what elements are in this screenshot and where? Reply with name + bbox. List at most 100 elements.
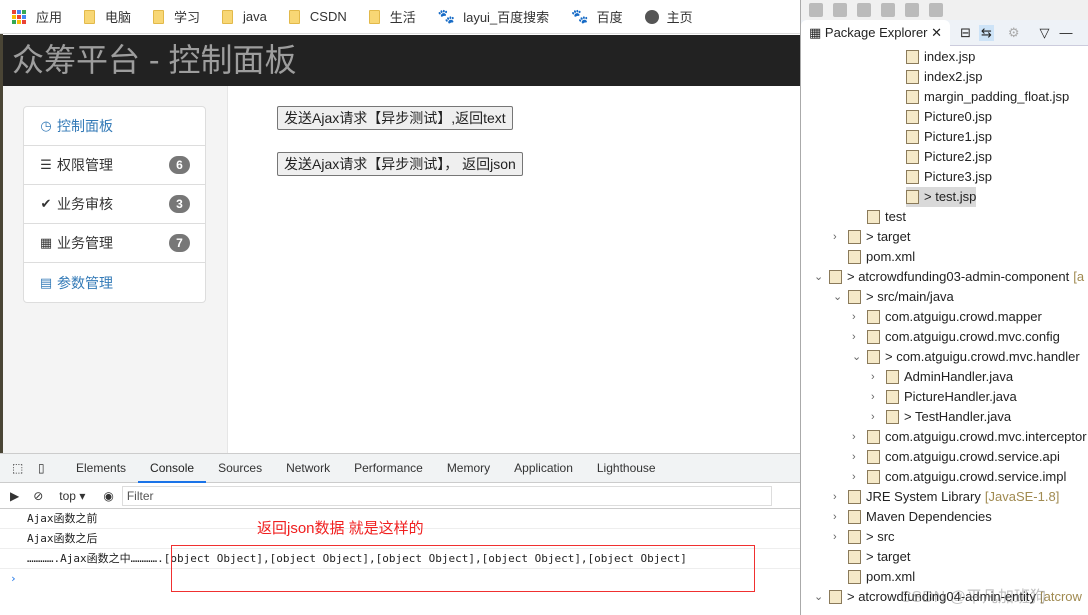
bookmark-4[interactable]: CSDN xyxy=(288,9,347,24)
tree-item[interactable]: › JRE System Library [JavaSE-1.8] xyxy=(833,487,1059,507)
tree-item-label: com.atguigu.crowd.mvc.interceptor xyxy=(885,429,1087,444)
eclipse-toolbar xyxy=(801,0,1088,20)
tab-sources[interactable]: Sources xyxy=(206,454,274,483)
tree-item[interactable]: ⌄ > src/main/java xyxy=(833,287,954,307)
tree-item[interactable]: › com.atguigu.crowd.mvc.config xyxy=(852,327,1060,347)
save-icon[interactable] xyxy=(833,3,847,17)
chevron-right-icon[interactable]: › xyxy=(852,447,856,467)
ajax-json-button[interactable]: 发送Ajax请求【异步测试】， 返回json xyxy=(277,152,523,176)
chevron-right-icon[interactable]: › xyxy=(833,227,837,247)
bookmark-7[interactable]: 🐾 百度 xyxy=(571,7,622,26)
chevron-right-icon[interactable]: › xyxy=(852,467,856,487)
new-icon[interactable] xyxy=(809,3,823,17)
bookmark-2[interactable]: 学习 xyxy=(153,7,200,26)
tree-item[interactable]: › > src xyxy=(833,527,895,547)
bookmark-0[interactable]: 应用 xyxy=(12,7,62,26)
tree-item[interactable]: > test.jsp xyxy=(906,187,977,207)
chevron-down-icon[interactable]: ⌄ xyxy=(814,587,823,607)
tree-item[interactable]: Picture3.jsp xyxy=(906,167,992,187)
chevron-right-icon[interactable]: › xyxy=(871,387,875,407)
tree-item[interactable]: › com.atguigu.crowd.mvc.interceptor xyxy=(852,427,1087,447)
filters-icon[interactable]: ⚙ xyxy=(1008,25,1020,41)
tree-node-icon xyxy=(906,50,919,64)
context-select[interactable]: top ▾ xyxy=(59,489,85,503)
save-all-icon[interactable] xyxy=(857,3,871,17)
collapse-all-icon[interactable]: ⊟ xyxy=(960,25,971,41)
chevron-right-icon[interactable]: › xyxy=(833,487,837,507)
minimize-icon[interactable]: — xyxy=(1060,25,1073,40)
bookmarks-bar: 应用 电脑 学习 java CSDN 生活 🐾 layui_百度搜索 🐾 百度 主页 xyxy=(0,0,800,34)
tab-elements[interactable]: Elements xyxy=(64,454,138,483)
tab-network[interactable]: Network xyxy=(274,454,342,483)
bookmark-5[interactable]: 生活 xyxy=(368,7,416,26)
device-toolbar-icon[interactable]: ▯ xyxy=(38,461,54,475)
tree-node-icon xyxy=(848,230,861,244)
tree-item-label: > test.jsp xyxy=(924,189,977,204)
tree-item[interactable]: index2.jsp xyxy=(906,67,983,87)
tab-lighthouse[interactable]: Lighthouse xyxy=(585,454,668,483)
bookmark-6[interactable]: 🐾 layui_百度搜索 xyxy=(438,7,549,26)
tab-memory[interactable]: Memory xyxy=(435,454,502,483)
chevron-right-icon[interactable]: › xyxy=(871,407,875,427)
tree-item-label: AdminHandler.java xyxy=(904,369,1014,384)
tree-item[interactable]: › Maven Dependencies xyxy=(833,507,992,527)
tab-application[interactable]: Application xyxy=(502,454,585,483)
tree-item[interactable]: › > target xyxy=(833,227,910,247)
tree-item[interactable]: Picture2.jsp xyxy=(906,147,992,167)
tree-item[interactable]: › PictureHandler.java xyxy=(871,387,1017,407)
server-icon[interactable] xyxy=(905,3,919,17)
sidebar-item-1[interactable]: ☰ 权限管理 6 xyxy=(24,146,205,185)
sidebar-item-3[interactable]: ▦ 业务管理 7 xyxy=(24,224,205,263)
inspect-element-icon[interactable]: ⬚ xyxy=(12,461,28,475)
tree-item[interactable]: › com.atguigu.crowd.service.impl xyxy=(852,467,1066,487)
chevron-right-icon[interactable]: › xyxy=(852,427,856,447)
tree-item[interactable]: pom.xml xyxy=(848,247,915,267)
tree-item[interactable]: › AdminHandler.java xyxy=(871,367,1014,387)
filter-input[interactable]: Filter xyxy=(121,485,772,506)
debug-icon[interactable] xyxy=(881,3,895,17)
sidebar-toggle-icon[interactable]: ▶ xyxy=(10,489,19,503)
bookmark-3[interactable]: java xyxy=(222,9,267,24)
sidebar-menu: ◷ 控制面板 ☰ 权限管理 6 ✔ 业务审核 3 ▦ 业务管理 7 ▤ 参数管理 xyxy=(23,106,206,303)
tree-node-icon xyxy=(848,550,861,564)
tree-item[interactable]: ⌄ > atcrowdfunding03-admin-component [a xyxy=(814,267,1084,287)
view-menu-icon[interactable]: ▽ xyxy=(1040,25,1050,41)
chevron-down-icon[interactable]: ⌄ xyxy=(833,287,842,307)
bookmark-8[interactable]: 主页 xyxy=(644,7,693,26)
tree-item[interactable]: margin_padding_float.jsp xyxy=(906,87,1069,107)
chevron-right-icon[interactable]: › xyxy=(833,507,837,527)
tree-item[interactable]: ⌄ > com.atguigu.crowd.mvc.handler xyxy=(852,347,1080,367)
tree-item[interactable]: test xyxy=(867,207,906,227)
chevron-down-icon[interactable]: ⌄ xyxy=(814,267,823,287)
tree-item-label: Maven Dependencies xyxy=(866,509,992,524)
sidebar-item-0[interactable]: ◷ 控制面板 xyxy=(24,107,205,146)
tree-item[interactable]: index.jsp xyxy=(906,47,975,67)
tree-node-icon xyxy=(906,90,919,104)
run-icon[interactable] xyxy=(929,3,943,17)
tab-performance[interactable]: Performance xyxy=(342,454,435,483)
link-editor-icon[interactable]: ⇆ xyxy=(978,24,994,41)
tree-item[interactable]: › com.atguigu.crowd.service.api xyxy=(852,447,1060,467)
tab-package-explorer[interactable]: ▦ Package Explorer ✕ xyxy=(801,19,951,46)
tree-item[interactable]: › > TestHandler.java xyxy=(871,407,1011,427)
sidebar-item-4[interactable]: ▤ 参数管理 xyxy=(24,263,205,302)
tree-item[interactable]: › com.atguigu.crowd.mapper xyxy=(852,307,1042,327)
sidebar-item-2[interactable]: ✔ 业务审核 3 xyxy=(24,185,205,224)
chevron-right-icon[interactable]: › xyxy=(852,307,856,327)
chevron-right-icon[interactable]: › xyxy=(871,367,875,387)
tree-item[interactable]: > target xyxy=(848,547,910,567)
chevron-down-icon[interactable]: ⌄ xyxy=(852,347,861,367)
eclipse-panel: ▦ Package Explorer ✕ ⊟ ⇆ ⚙ ▽ — index.jsp… xyxy=(800,0,1088,615)
tab-console[interactable]: Console xyxy=(138,454,207,483)
tree-node-icon xyxy=(848,570,861,584)
ajax-text-button[interactable]: 发送Ajax请求【异步测试】,返回text xyxy=(277,106,513,130)
sidebar-item-label: 控制面板 xyxy=(57,118,113,134)
close-icon[interactable]: ✕ xyxy=(931,25,942,40)
chevron-right-icon[interactable]: › xyxy=(833,527,837,547)
bookmark-1[interactable]: 电脑 xyxy=(84,7,131,26)
tree-item[interactable]: Picture1.jsp xyxy=(906,127,992,147)
chevron-right-icon[interactable]: › xyxy=(852,327,856,347)
live-expression-eye-icon[interactable]: ◉ xyxy=(103,489,113,503)
tree-item[interactable]: Picture0.jsp xyxy=(906,107,992,127)
clear-console-icon[interactable]: ⊘ xyxy=(33,489,43,503)
